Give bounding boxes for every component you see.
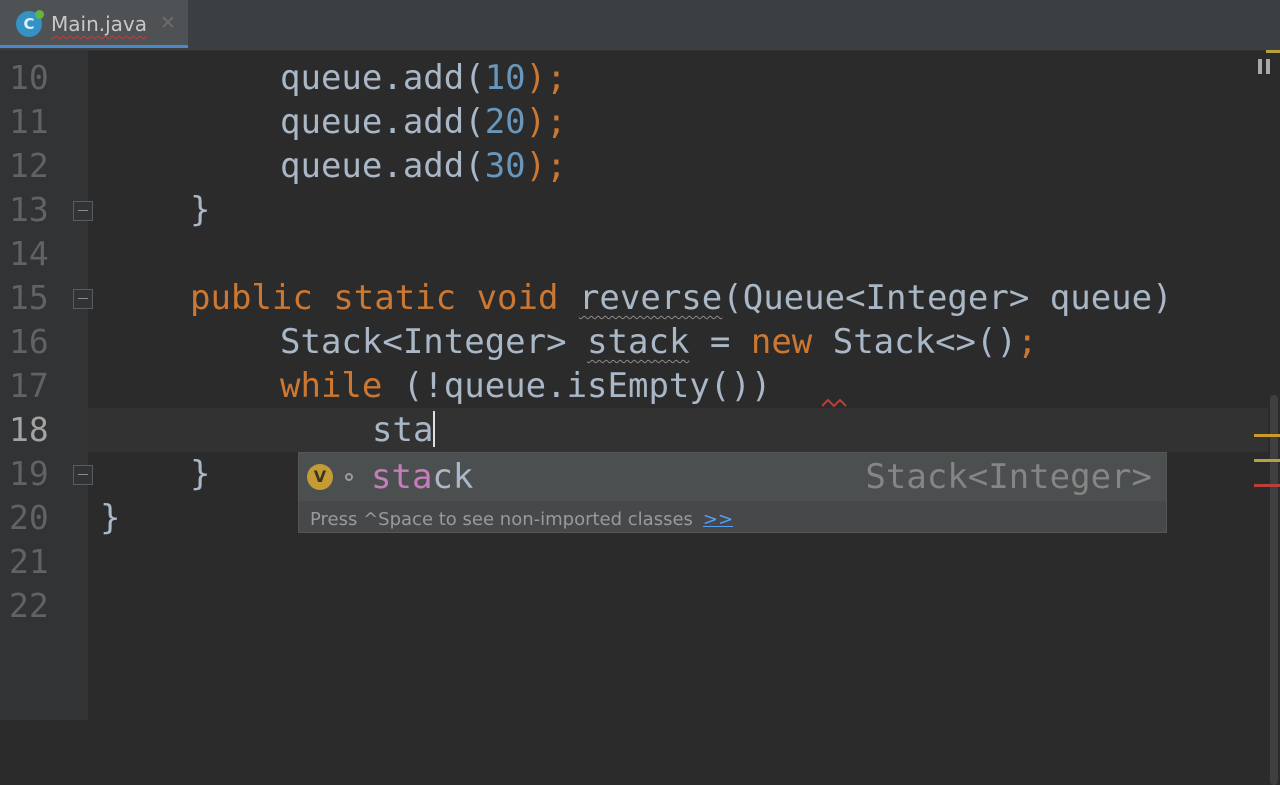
show-more-link[interactable]: >> bbox=[703, 509, 733, 530]
code-line-17[interactable]: while (!queue.isEmpty()) bbox=[280, 364, 771, 408]
fold-collapse-icon[interactable] bbox=[73, 289, 93, 309]
code-line-15[interactable]: public static void reverse(Queue<Integer… bbox=[190, 276, 1173, 320]
scrollbar-thumb[interactable] bbox=[1270, 395, 1278, 785]
code-line-19[interactable]: } bbox=[190, 452, 210, 496]
error-stripe[interactable] bbox=[1254, 484, 1280, 487]
tab-main-java[interactable]: C Main.java ✕ bbox=[0, 0, 188, 48]
line-number: 14 bbox=[9, 234, 49, 273]
tab-label: Main.java bbox=[51, 12, 148, 36]
line-number: 11 bbox=[9, 102, 49, 141]
warning-stripe[interactable] bbox=[1254, 459, 1280, 462]
error-squiggle bbox=[822, 398, 847, 408]
completion-type: Stack<Integer> bbox=[865, 457, 1152, 497]
fold-collapse-icon[interactable] bbox=[73, 465, 93, 485]
code-line-13[interactable]: } bbox=[190, 188, 210, 232]
completion-item-stack[interactable]: V stack Stack<Integer> bbox=[299, 453, 1166, 501]
completion-hint: Press ^Space to see non-imported classes… bbox=[310, 509, 734, 530]
close-tab-icon[interactable]: ✕ bbox=[160, 12, 176, 34]
class-run-indicator-icon bbox=[35, 10, 44, 19]
line-number: 12 bbox=[9, 146, 49, 185]
line-number: 19 bbox=[9, 454, 49, 493]
current-line-highlight bbox=[88, 408, 1268, 452]
line-number: 16 bbox=[9, 322, 49, 361]
line-number-current: 18 bbox=[9, 410, 49, 449]
code-line-18[interactable]: sta bbox=[372, 408, 436, 452]
completion-name: stack bbox=[371, 457, 474, 497]
local-visibility-icon bbox=[345, 473, 353, 481]
warning-stripe[interactable] bbox=[1266, 50, 1280, 53]
code-line-16[interactable]: Stack<Integer> stack = new Stack<>(); bbox=[280, 320, 1037, 364]
text-caret bbox=[433, 411, 436, 447]
method-name-reverse: reverse bbox=[578, 278, 723, 318]
line-number: 22 bbox=[9, 586, 49, 625]
code-line-12[interactable]: queue.add(30); bbox=[280, 144, 567, 188]
code-completion-popup: V stack Stack<Integer> Press ^Space to s… bbox=[298, 452, 1167, 533]
line-number: 21 bbox=[9, 542, 49, 581]
warning-stripe[interactable] bbox=[1254, 434, 1280, 437]
pause-icon[interactable] bbox=[1258, 59, 1270, 74]
line-number: 17 bbox=[9, 366, 49, 405]
code-line-10[interactable]: queue.add(10); bbox=[280, 56, 567, 100]
line-number-gutter[interactable]: 10 11 12 13 14 15 16 17 18 19 20 21 22 bbox=[0, 50, 93, 720]
vertical-scrollbar[interactable] bbox=[1268, 80, 1280, 785]
line-number: 15 bbox=[9, 278, 49, 317]
variable-stack: stack bbox=[587, 322, 690, 362]
code-line-11[interactable]: queue.add(20); bbox=[280, 100, 567, 144]
line-number: 20 bbox=[9, 498, 49, 537]
fold-collapse-icon[interactable] bbox=[73, 201, 93, 221]
line-number: 13 bbox=[9, 190, 49, 229]
code-line-20[interactable]: } bbox=[100, 496, 120, 540]
editor-tab-bar: C Main.java ✕ bbox=[0, 0, 1280, 51]
variable-icon: V bbox=[307, 464, 333, 490]
line-number: 10 bbox=[9, 58, 49, 97]
